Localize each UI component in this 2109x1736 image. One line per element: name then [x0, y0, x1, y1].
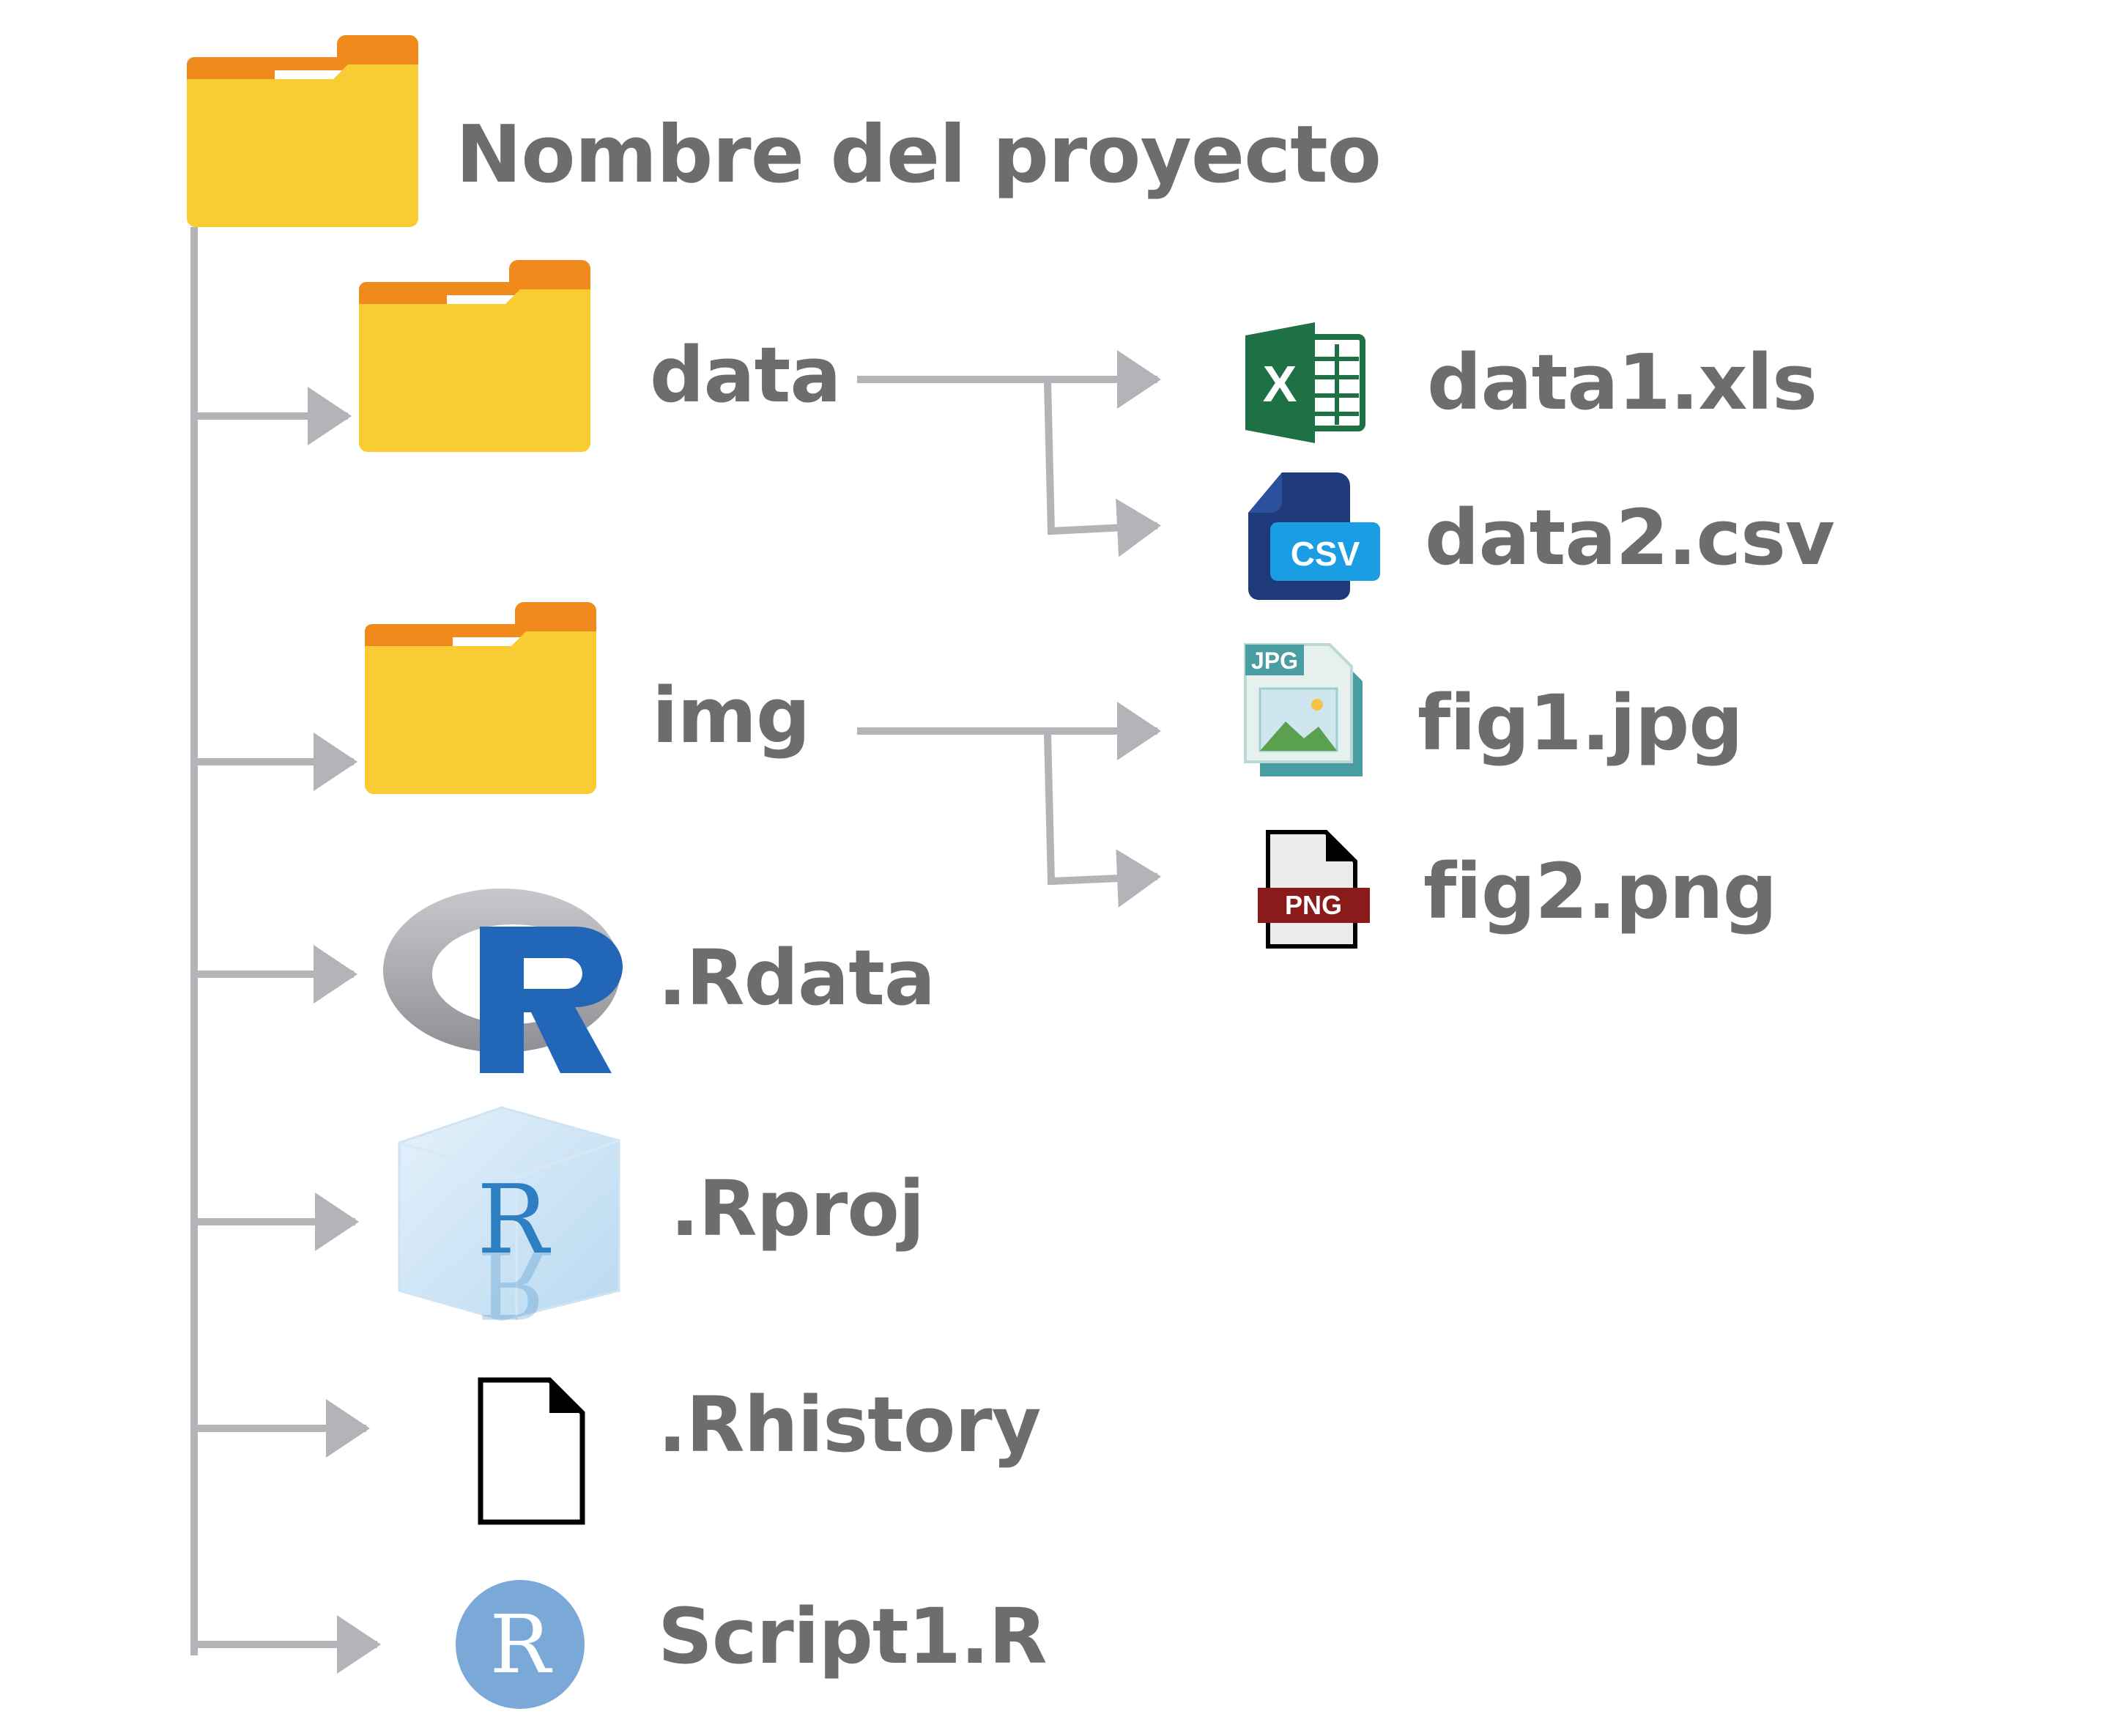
blank-file-icon [478, 1377, 585, 1525]
img-folder-label: img [652, 671, 810, 760]
jpg-image-icon: JPG [1244, 643, 1363, 776]
jpg-badge-text: JPG [1251, 648, 1298, 674]
img-folder-icon [365, 602, 596, 794]
png-file-icon: PNG [1258, 830, 1370, 949]
r-logo-icon [383, 889, 623, 1073]
r-script-badge-text: R [490, 1598, 553, 1691]
script-file-label: Script1.R [658, 1592, 1048, 1681]
rproj-reflection-text: R [477, 1228, 551, 1339]
rproj-file-label: .Rproj [670, 1164, 924, 1253]
root-folder-label: Nombre del proyecto [456, 109, 1382, 201]
root-folder-icon [187, 35, 418, 227]
csv-file-icon: CSV [1248, 472, 1380, 600]
r-script-icon: R [456, 1580, 585, 1709]
project-tree-diagram: X CSV JPG PNG R R R [187, 35, 1380, 1709]
fig1-file-label: fig1.jpg [1417, 678, 1743, 768]
branch-fig2 [1043, 730, 1161, 908]
data2-file-label: data2.csv [1425, 493, 1835, 582]
data1-file-label: data1.xls [1427, 338, 1817, 427]
rproj-cube-icon: R R [398, 1106, 620, 1339]
fig2-file-label: fig2.png [1423, 847, 1777, 936]
excel-icon: X [1245, 322, 1365, 443]
rhistory-file-label: .Rhistory [658, 1380, 1041, 1469]
svg-text:X: X [1263, 355, 1297, 412]
rdata-file-label: .Rdata [658, 933, 935, 1023]
csv-badge-text: CSV [1291, 535, 1360, 573]
data-folder-icon [359, 260, 590, 452]
png-badge-text: PNG [1285, 890, 1342, 920]
branch-data2 [1043, 378, 1161, 557]
data-folder-label: data [650, 330, 842, 420]
